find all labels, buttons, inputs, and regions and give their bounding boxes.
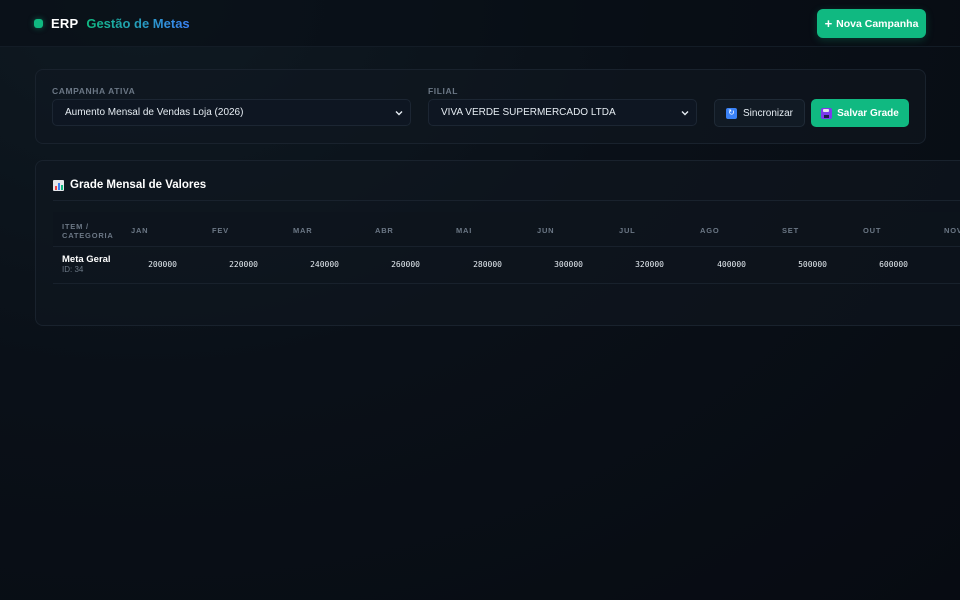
plus-icon: +: [824, 16, 833, 31]
column-header-month: FEV: [212, 226, 229, 235]
sync-button[interactable]: ↻ Sincronizar: [714, 99, 805, 127]
campaign-select[interactable]: Aumento Mensal de Vendas Loja (2026): [52, 99, 411, 126]
month-value-cell[interactable]: 260000: [360, 260, 420, 269]
sync-icon: ↻: [725, 107, 737, 119]
campaign-select-value: Aumento Mensal de Vendas Loja (2026): [65, 107, 244, 118]
month-value-cell[interactable]: 400000: [686, 260, 746, 269]
floppy-disk-icon: [821, 107, 833, 119]
month-value-cell[interactable]: 500000: [767, 260, 827, 269]
month-value-cell[interactable]: 200000: [117, 260, 177, 269]
save-grid-label: Salvar Grade: [837, 107, 899, 119]
column-header-month: ABR: [375, 226, 394, 235]
sync-label: Sincronizar: [742, 107, 794, 119]
row-divider: [53, 246, 960, 247]
branch-select-value: VIVA VERDE SUPERMERCADO LTDA: [441, 107, 616, 118]
save-grid-button[interactable]: Salvar Grade: [811, 99, 909, 127]
month-value-cell[interactable]: 600000: [848, 260, 908, 269]
month-value-cell[interactable]: 240000: [279, 260, 339, 269]
chevron-down-icon: [395, 111, 403, 116]
chevron-down-icon: [681, 111, 689, 116]
month-value-cell[interactable]: 320000: [604, 260, 664, 269]
column-header-month: MAR: [293, 226, 313, 235]
column-header-month: MAI: [456, 226, 473, 235]
row-item-name: Meta Geral: [62, 254, 111, 265]
month-value-cell[interactable]: 300000: [523, 260, 583, 269]
campaign-label: CAMPANHA ATIVA: [52, 86, 136, 96]
column-header-item: ITEM / CATEGORIA: [62, 222, 114, 240]
bar-chart-icon: [53, 179, 64, 191]
column-header-month: JUN: [537, 226, 555, 235]
column-header-month: AGO: [700, 226, 720, 235]
new-campaign-button[interactable]: + Nova Campanha: [817, 9, 926, 38]
row-divider: [53, 283, 960, 284]
column-header-month: SET: [782, 226, 799, 235]
divider: [53, 200, 960, 201]
page-title: Gestão de Metas: [86, 15, 190, 31]
column-header-month: OUT: [863, 226, 882, 235]
brand-name: ERP: [51, 15, 79, 31]
branch-select[interactable]: VIVA VERDE SUPERMERCADO LTDA: [428, 99, 697, 126]
column-header-month: JAN: [131, 226, 149, 235]
table-header: [53, 212, 960, 246]
column-header-month: JUL: [619, 226, 636, 235]
grid-header: Grade Mensal de Valores: [53, 178, 206, 192]
grid-title: Grade Mensal de Valores: [70, 179, 207, 191]
month-value-cell[interactable]: 220000: [198, 260, 258, 269]
status-dot-icon: [34, 18, 43, 28]
branch-label: FILIAL: [428, 86, 459, 96]
new-campaign-label: Nova Campanha: [836, 17, 919, 30]
top-bar: ERP Gestão de Metas + Nova Campanha: [0, 0, 960, 47]
brand: ERP Gestão de Metas: [34, 15, 190, 31]
month-value-cell[interactable]: 280000: [442, 260, 502, 269]
column-header-month: NOV: [944, 226, 960, 235]
row-item-id: ID: 34: [62, 265, 84, 274]
